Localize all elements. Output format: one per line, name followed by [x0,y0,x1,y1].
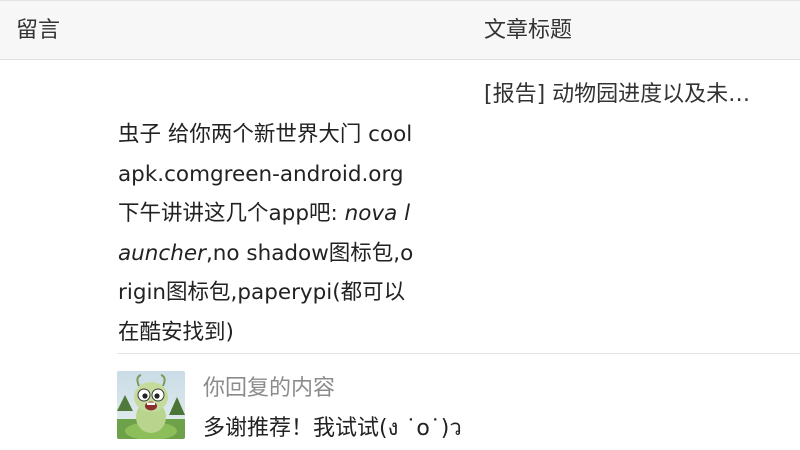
column-header-article-title: 文章标题 [484,18,573,43]
comment-text: 虫子 给你两个新世界大门 coolapk.comgreen-android.or… [118,115,418,352]
table-row: [报告] 动物园进度以及未… 虫子 给你两个新世界大门 coolapk.comg… [0,61,800,450]
table-header: 留言 文章标题 [0,0,800,60]
reply-divider [117,353,800,354]
column-header-comment: 留言 [16,18,61,43]
avatar[interactable] [117,371,185,439]
reply-text: 多谢推荐！我试试(ง ˙o˙)ว [203,416,462,441]
article-title-link[interactable]: [报告] 动物园进度以及未… [484,77,784,113]
bug-avatar-icon [117,371,185,439]
reply-label: 你回复的内容 [203,376,336,401]
comments-table: 留言 文章标题 [报告] 动物园进度以及未… 虫子 给你两个新世界大门 cool… [0,0,800,450]
